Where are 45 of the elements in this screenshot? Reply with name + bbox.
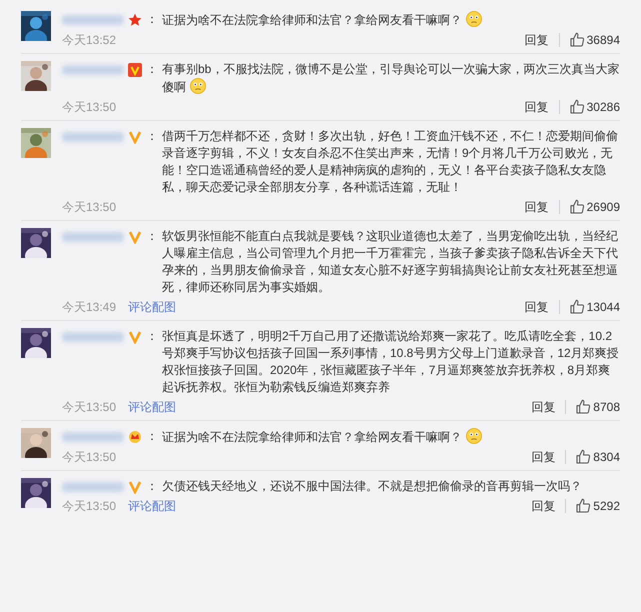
colon-separator: ： — [146, 228, 158, 245]
timestamp: 今天13:50 — [62, 498, 116, 515]
reply-button[interactable]: 回复 — [524, 300, 560, 314]
thumbs-up-icon[interactable] — [575, 399, 592, 415]
like-count: 8304 — [593, 449, 620, 466]
comment-text: 证据为啥不在法院拿给律师和法官？拿给网友看干嘛啊？ — [162, 11, 620, 29]
reply-button[interactable]: 回复 — [524, 100, 560, 114]
timestamp: 今天13:50 — [62, 449, 116, 466]
thumbs-up-icon[interactable] — [568, 299, 585, 315]
like-count: 36894 — [586, 32, 620, 49]
reply-button[interactable]: 回复 — [524, 33, 560, 47]
thumbs-up-icon[interactable] — [575, 498, 592, 514]
reply-button[interactable]: 回复 — [531, 499, 566, 513]
comment-text: 欠债还钱天经地义，还说不服中国法律。不就是想把偷偷录的音再剪辑一次吗？ — [162, 478, 583, 495]
timestamp: 今天13:50 — [62, 399, 116, 416]
image-link[interactable]: 评论配图 — [128, 497, 176, 515]
like-count: 30286 — [586, 99, 620, 116]
colon-separator: ： — [146, 11, 158, 28]
comment-text: 证据为啥不在法院拿给律师和法官？拿给网友看干嘛啊？ — [162, 428, 620, 446]
reply-button[interactable]: 回复 — [524, 200, 560, 214]
thumbs-up-icon[interactable] — [568, 199, 585, 215]
comment-text: 软饭男张恒能不能直白点我就是要钱？这职业道德也太差了，当男宠偷吃出轨，当经纪人曝雇主信息，当公司管理九个月把一千万霍霍完，当孩子爹卖孩子隐私告诉全天下代孕来的，当男朋友偷偷录音，知道女友心脏不好逐字剪辑搞舆论让前女友社死甚至想逼死，律师还称同居为事实婚姻。 — [162, 228, 619, 296]
colon-separator: ： — [146, 478, 158, 495]
colon-separator: ： — [146, 328, 158, 345]
thumbs-up-icon[interactable] — [575, 449, 592, 465]
colon-separator: ： — [146, 128, 158, 145]
colon-separator: ： — [146, 61, 158, 78]
timestamp: 今天13:50 — [62, 99, 116, 116]
reply-button[interactable]: 回复 — [531, 400, 566, 414]
image-link[interactable]: 评论配图 — [128, 298, 176, 316]
like-count: 26909 — [586, 199, 620, 216]
colon-separator: ： — [146, 428, 158, 445]
like-count: 8708 — [593, 399, 620, 416]
timestamp: 今天13:49 — [62, 299, 116, 316]
timestamp: 今天13:52 — [62, 32, 116, 49]
image-link[interactable]: 评论配图 — [128, 398, 176, 416]
like-count: 5292 — [593, 498, 620, 515]
comment-text: 有事别bb，不服找法院，微博不是公堂，引导舆论可以一次骗大家，两次三次真当大家傻啊 — [162, 61, 620, 96]
comment-text: 张恒真是坏透了，明明2千万自己用了还撒谎说给郑爽一家花了。吃瓜请吃全套，10.2号郑爽手写协议包括孩子回国一系列事情，10.8号男方父母上门道歉录音，12月郑爽授权张恒接孩子回国。2020年，张恒藏匿孩子半年，7月逼郑爽签放弃抚养权，8月郑爽起诉抚养权。张恒为勒索钱反编造郑爽弃养 — [162, 328, 620, 396]
timestamp: 今天13:50 — [62, 199, 116, 216]
thumbs-up-icon[interactable] — [568, 99, 585, 115]
comment-text: 借两千万怎样都不还，贪财！多次出轨，好色！工资血汗钱不还，不仁！恋爱期间偷偷录音逐字剪辑，不义！女友自杀忍不住笑出声来，无情！9个月将几千万公司败光，无能！空口造谣通稿曾经的爱人是精神病疯的虐狗的，无义！各平台卖孩子隐私女友隐私，聊天恋爱记录全部朋友分享，各种谎话连篇，无耻！ — [162, 128, 619, 196]
like-count: 13044 — [586, 299, 620, 316]
thumbs-up-icon[interactable] — [568, 32, 585, 48]
reply-button[interactable]: 回复 — [531, 450, 566, 464]
